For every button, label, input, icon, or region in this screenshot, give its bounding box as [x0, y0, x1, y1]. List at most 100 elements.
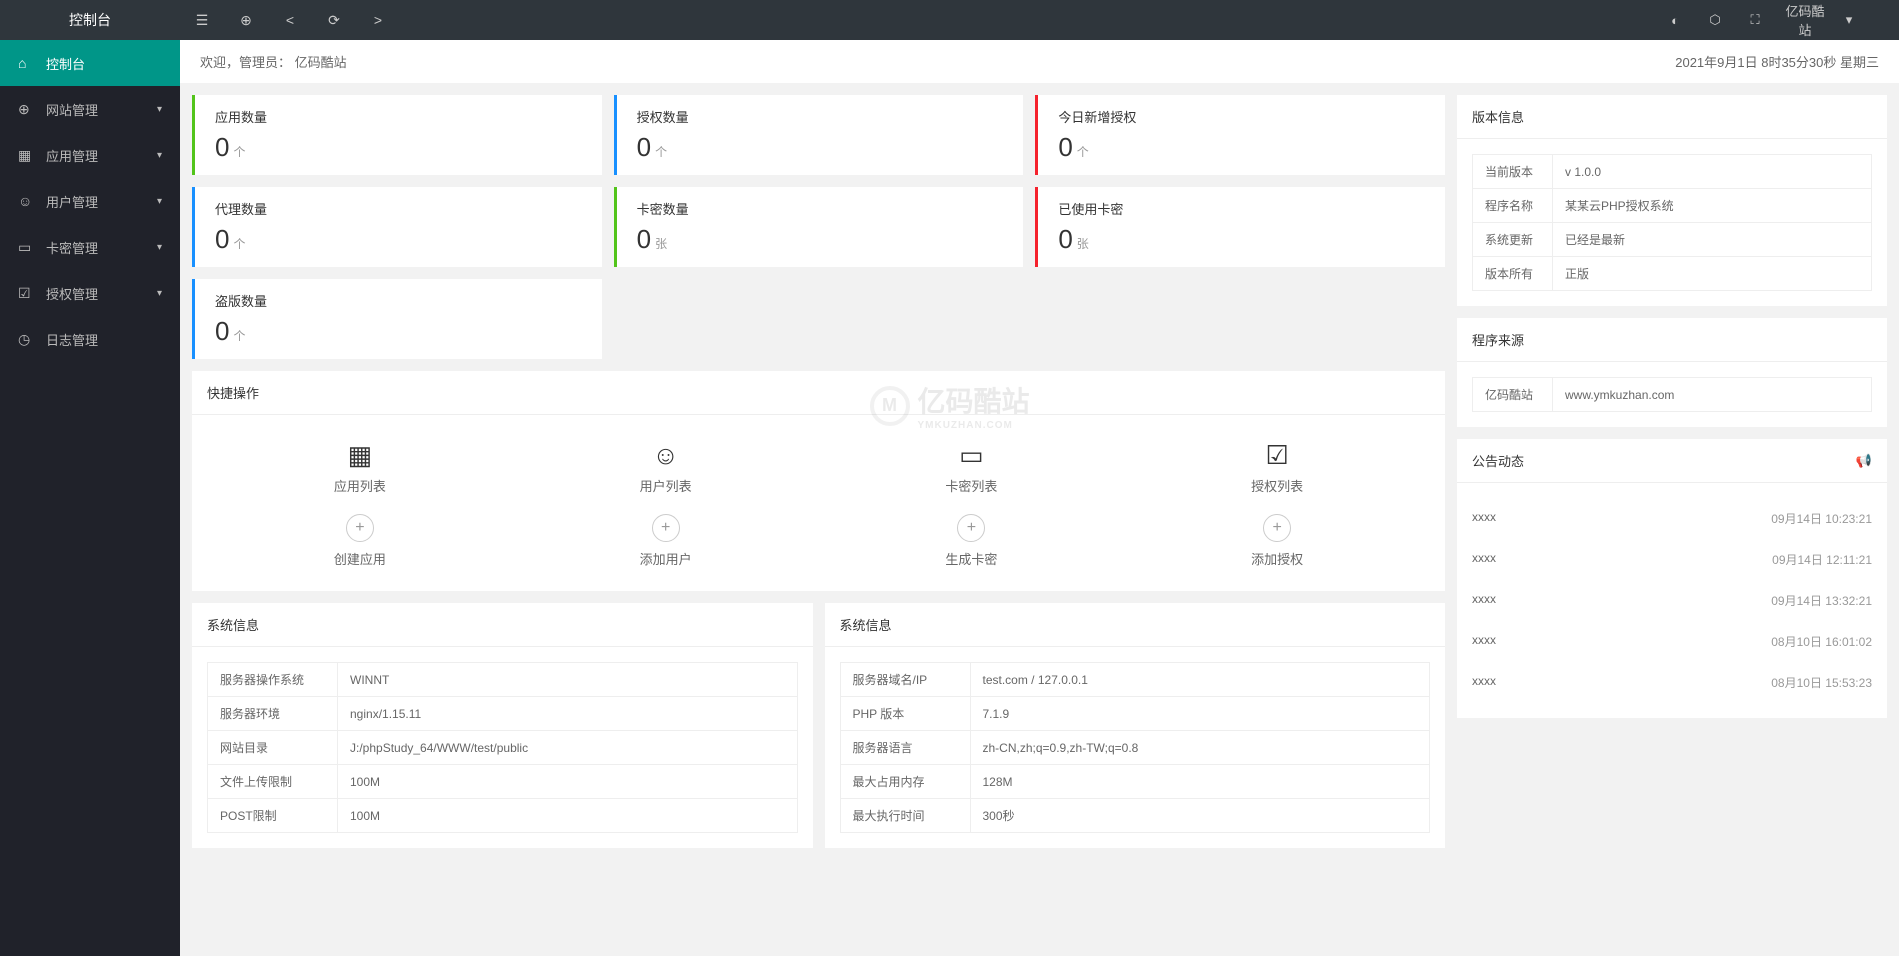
quick-action-label: 添加用户: [513, 549, 819, 568]
quick-action-icon: ☑: [1124, 438, 1430, 472]
quick-action[interactable]: ☑授权列表: [1124, 430, 1430, 503]
announce-item[interactable]: xxxx09月14日 12:11:21: [1472, 539, 1872, 580]
table-val: zh-CN,zh;q=0.9,zh-TW;q=0.8: [970, 731, 1430, 765]
announce-title: 公告动态: [1472, 451, 1524, 470]
menu-toggle-icon[interactable]: ☰: [180, 12, 224, 29]
quick-action-icon: ▦: [207, 438, 513, 472]
version-table: 当前版本v 1.0.0程序名称某某云PHP授权系统系统更新已经是最新版本所有正版: [1472, 154, 1872, 291]
announce-item[interactable]: xxxx09月14日 10:23:21: [1472, 498, 1872, 539]
announce-list: xxxx09月14日 10:23:21xxxx09月14日 12:11:21xx…: [1457, 483, 1887, 718]
theme-icon[interactable]: ◐: [1655, 13, 1695, 28]
table-row: 服务器语言zh-CN,zh;q=0.9,zh-TW;q=0.8: [840, 731, 1430, 765]
table-row: 服务器操作系统WINNT: [208, 663, 798, 697]
plus-icon: +: [957, 514, 985, 542]
refresh-icon[interactable]: ⟳: [312, 12, 356, 29]
sidebar-item[interactable]: ⊕网站管理▾: [0, 86, 180, 132]
table-row: 最大占用内存128M: [840, 765, 1430, 799]
announce-card: 公告动态 📢 xxxx09月14日 10:23:21xxxx09月14日 12:…: [1457, 439, 1887, 718]
table-val: 某某云PHP授权系统: [1553, 189, 1872, 223]
sidebar-item-label: 卡密管理: [46, 238, 98, 257]
quick-action-label: 卡密列表: [819, 476, 1125, 495]
table-val: 100M: [338, 765, 798, 799]
quick-action-label: 用户列表: [513, 476, 819, 495]
quick-action-icon: +: [207, 511, 513, 545]
welcome-username: 亿码酷站: [295, 55, 347, 70]
back-icon[interactable]: <: [268, 12, 312, 28]
table-val: v 1.0.0: [1553, 155, 1872, 189]
table-key: 网站目录: [208, 731, 338, 765]
stat-card: 今日新增授权 0个: [1035, 95, 1445, 175]
quick-action[interactable]: ▦ 应用列表: [207, 430, 513, 503]
quick-action-icon: +: [1124, 511, 1430, 545]
main-content: 欢迎，管理员： 亿码酷站 2021年9月1日 8时35分30秒 星期三 应用数量…: [180, 40, 1899, 956]
sidebar-icon: ☺: [18, 193, 38, 209]
table-row: 服务器域名/IPtest.com / 127.0.0.1: [840, 663, 1430, 697]
quick-action[interactable]: ☺用户列表: [513, 430, 819, 503]
sysinfo-table-1: 服务器操作系统WINNT服务器环境nginx/1.15.11网站目录J:/php…: [207, 662, 798, 833]
forward-icon[interactable]: >: [356, 12, 400, 28]
stat-value: 0个: [1058, 132, 1425, 163]
sidebar-item[interactable]: ▭卡密管理▾: [0, 224, 180, 270]
source-card: 程序来源 亿码酷站www.ymkuzhan.com: [1457, 318, 1887, 427]
table-row: 文件上传限制100M: [208, 765, 798, 799]
tag-icon[interactable]: ⬡: [1695, 12, 1735, 28]
announce-time: 09月14日 10:23:21: [1771, 510, 1872, 527]
table-key: 服务器环境: [208, 697, 338, 731]
quick-action-icon: ▭: [819, 438, 1125, 472]
topbar-right: ◐ ⬡ ⛶ 亿码酷站 ▾: [1655, 1, 1899, 39]
megaphone-icon: 📢: [1856, 453, 1872, 469]
sidebar-item[interactable]: ▦应用管理▾: [0, 132, 180, 178]
stat-card: 授权数量0个: [614, 95, 1024, 175]
announce-item[interactable]: xxxx08月10日 15:53:23: [1472, 662, 1872, 703]
stat-value: 0个: [215, 132, 582, 163]
table-val: WINNT: [338, 663, 798, 697]
quick-action[interactable]: + 添加授权: [1124, 503, 1430, 576]
announce-text: xxxx: [1472, 592, 1496, 609]
fullscreen-icon[interactable]: ⛶: [1735, 12, 1775, 28]
version-card: 版本信息 当前版本v 1.0.0程序名称某某云PHP授权系统系统更新已经是最新版…: [1457, 95, 1887, 306]
table-key: 亿码酷站: [1473, 378, 1553, 412]
datetime: 2021年9月1日 8时35分30秒 星期三: [1675, 52, 1879, 71]
stat-card: 卡密数量0张: [614, 187, 1024, 267]
table-key: POST限制: [208, 799, 338, 833]
table-key: 版本所有: [1473, 257, 1553, 291]
sidebar-item[interactable]: ☺用户管理▾: [0, 178, 180, 224]
sidebar-item[interactable]: ☑授权管理▾: [0, 270, 180, 316]
sidebar-item-label: 用户管理: [46, 192, 98, 211]
announce-item[interactable]: xxxx09月14日 13:32:21: [1472, 580, 1872, 621]
globe-icon[interactable]: ⊕: [224, 12, 268, 29]
quick-actions: ▦应用列表☺用户列表▭卡密列表☑授权列表+创建应用+添加用户+生成卡密+添加授权: [192, 415, 1445, 591]
announce-item[interactable]: xxxx08月10日 16:01:02: [1472, 621, 1872, 662]
stats-grid: 应用数量0个授权数量0个今日新增授权0个代理数量0个卡密数量0张已使用卡密0张: [192, 95, 1445, 267]
quick-action[interactable]: +生成卡密: [819, 503, 1125, 576]
stat-title: 盗版数量: [215, 291, 582, 310]
sidebar-item-label: 控制台: [46, 54, 85, 73]
quick-action-label: 添加授权: [1124, 549, 1430, 568]
stat-card: 已使用卡密0张: [1035, 187, 1445, 267]
sysinfo-title-2: 系统信息: [825, 603, 1446, 647]
quick-action-icon: +: [819, 511, 1125, 545]
quick-action[interactable]: +创建应用: [207, 503, 513, 576]
table-row: PHP 版本7.1.9: [840, 697, 1430, 731]
announce-text: xxxx: [1472, 551, 1496, 568]
table-row: 当前版本v 1.0.0: [1473, 155, 1872, 189]
stats-extra: 盗版数量0个: [192, 279, 1445, 359]
sidebar: ⌂控制台⊕网站管理▾▦应用管理▾☺用户管理▾▭卡密管理▾☑授权管理▾◷日志管理: [0, 40, 180, 956]
table-key: 最大占用内存: [840, 765, 970, 799]
table-key: PHP 版本: [840, 697, 970, 731]
sidebar-item-label: 授权管理: [46, 284, 98, 303]
sidebar-item[interactable]: ⌂控制台: [0, 40, 180, 86]
sysinfo-title-1: 系统信息: [192, 603, 813, 647]
sidebar-item-label: 应用管理: [46, 146, 98, 165]
user-dropdown[interactable]: 亿码酷站 ▾: [1775, 1, 1879, 39]
sidebar-item[interactable]: ◷ 日志管理: [0, 316, 180, 362]
chevron-down-icon: ▾: [157, 150, 162, 161]
quick-action[interactable]: ▭ 卡密列表: [819, 430, 1125, 503]
announce-time: 08月10日 16:01:02: [1771, 633, 1872, 650]
quick-action-label: 应用列表: [207, 476, 513, 495]
stat-title: 卡密数量: [637, 199, 1004, 218]
sidebar-item-label: 日志管理: [46, 330, 98, 349]
quick-action[interactable]: +添加用户: [513, 503, 819, 576]
sidebar-icon: ◷: [18, 331, 38, 348]
stat-title: 今日新增授权: [1058, 107, 1425, 126]
